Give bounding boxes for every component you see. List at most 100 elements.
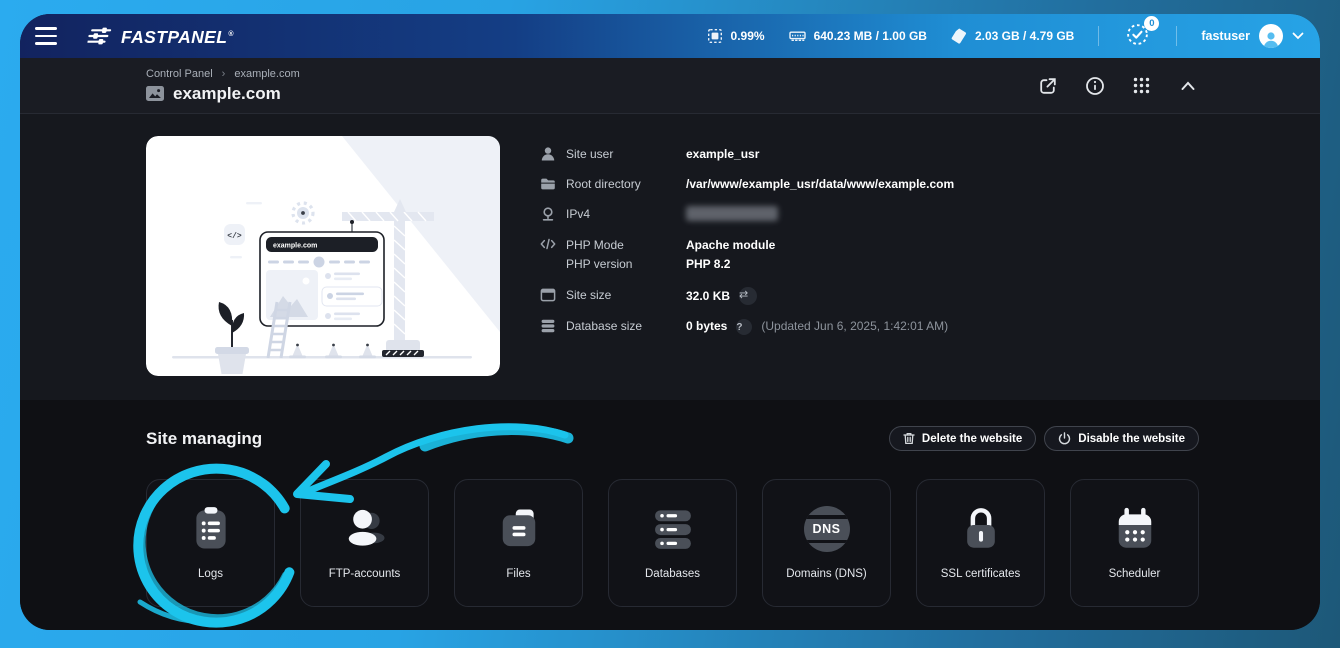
database-size-label: Database size — [566, 318, 686, 335]
card-scheduler[interactable]: Scheduler — [1070, 479, 1199, 607]
database-icon — [540, 318, 556, 334]
ftp-accounts-icon — [339, 502, 391, 556]
card-ssl-certificates-label: SSL certificates — [941, 568, 1020, 580]
database-size-value: 0 bytes — [686, 318, 727, 335]
divider — [1176, 26, 1177, 46]
card-domains-dns-label: Domains (DNS) — [786, 568, 867, 580]
card-logs[interactable]: Logs — [146, 479, 275, 607]
ram-stat[interactable]: 640.23 MB / 1.00 GB — [789, 28, 927, 44]
disk-value: 2.03 GB / 4.79 GB — [975, 29, 1074, 43]
logs-icon — [185, 502, 237, 556]
fastpanel-logo[interactable]: FASTPANEL ® — [88, 25, 234, 48]
root-directory-label: Root directory — [566, 176, 686, 193]
database-size-note: (Updated Jun 6, 2025, 1:42:01 AM) — [761, 318, 948, 335]
breadcrumb-separator: › — [222, 68, 226, 80]
svg-text:</>: </> — [227, 232, 242, 241]
site-size-value: 32.0 KB — [686, 288, 730, 305]
trash-icon — [903, 432, 915, 445]
window-icon — [540, 287, 556, 303]
breadcrumb-control-panel[interactable]: Control Panel — [146, 68, 213, 80]
card-ssl-certificates[interactable]: SSL certificates — [916, 479, 1045, 607]
managing-cards: Logs FTP-accounts Files Databases — [146, 479, 1199, 607]
app-panel: FASTPANEL ® 0.99% 640.23 MB / 1.00 GB 2.… — [20, 14, 1320, 630]
menu-icon[interactable] — [28, 18, 64, 54]
open-site-icon[interactable] — [1038, 76, 1058, 96]
root-directory-row: Root directory /var/www/example_usr/data… — [540, 176, 1240, 193]
card-ftp-accounts[interactable]: FTP-accounts — [300, 479, 429, 607]
ipv4-redacted-value — [686, 206, 778, 221]
header-actions — [1038, 76, 1198, 96]
site-preview-illustration: example.com — [146, 136, 500, 376]
top-navbar: FASTPANEL ® 0.99% 640.23 MB / 1.00 GB 2.… — [20, 14, 1320, 58]
php-version-label: PHP version — [566, 255, 686, 274]
site-managing-title: Site managing — [146, 429, 262, 449]
databases-icon — [647, 502, 699, 556]
card-domains-dns[interactable]: DNS Domains (DNS) — [762, 479, 891, 607]
desktop-background: { "topbar": { "logo": "FASTPANEL", "logo… — [0, 0, 1340, 648]
ipv4-row: IPv4 — [540, 206, 1240, 223]
power-icon — [1058, 432, 1071, 445]
card-ftp-accounts-label: FTP-accounts — [329, 568, 401, 580]
user-icon — [540, 146, 556, 162]
cpu-stat[interactable]: 0.99% — [707, 28, 765, 44]
cpu-value: 0.99% — [731, 29, 765, 43]
site-user-row: Site user example_usr — [540, 146, 1240, 163]
header-left: Control Panel › example.com example.com — [146, 68, 300, 104]
page-header: Control Panel › example.com example.com — [20, 58, 1320, 114]
site-info-section: example.com — [20, 114, 1320, 400]
root-directory-value: /var/www/example_usr/data/www/example.co… — [686, 176, 954, 193]
location-icon — [540, 206, 556, 222]
refresh-icon[interactable]: ⇄ — [739, 287, 757, 305]
notifications-button[interactable]: 0 — [1125, 22, 1150, 50]
dns-globe-text: DNS — [813, 522, 841, 536]
page-title: example.com — [173, 84, 281, 104]
ssl-lock-icon — [955, 502, 1007, 556]
php-mode-value: Apache module — [686, 236, 775, 255]
delete-website-button[interactable]: Delete the website — [889, 426, 1036, 451]
disable-website-button[interactable]: Disable the website — [1044, 426, 1199, 451]
disk-stat[interactable]: 2.03 GB / 4.79 GB — [951, 28, 1074, 44]
chevron-down-icon — [1292, 32, 1304, 40]
dns-globe-icon: DNS — [804, 502, 850, 556]
folder-icon — [540, 176, 556, 192]
site-user-value: example_usr — [686, 146, 759, 163]
breadcrumb: Control Panel › example.com — [146, 68, 300, 80]
breadcrumb-current[interactable]: example.com — [234, 68, 299, 80]
ram-icon — [789, 28, 806, 44]
card-logs-label: Logs — [198, 568, 223, 580]
php-row: PHP Mode PHP version Apache module PHP 8… — [540, 236, 1240, 274]
ipv4-label: IPv4 — [566, 206, 686, 223]
system-stats: 0.99% 640.23 MB / 1.00 GB 2.03 GB / 4.79… — [707, 22, 1304, 50]
site-size-label: Site size — [566, 287, 686, 304]
logo-registered-mark: ® — [228, 31, 233, 38]
card-scheduler-label: Scheduler — [1109, 568, 1161, 580]
cpu-icon — [707, 28, 723, 44]
site-managing-section: Site managing Delete the website Disable… — [20, 400, 1320, 630]
avatar — [1259, 24, 1283, 48]
username: fastuser — [1201, 29, 1250, 43]
collapse-icon[interactable] — [1178, 76, 1198, 96]
site-image-icon — [146, 86, 164, 101]
card-files-label: Files — [506, 568, 530, 580]
site-details: Site user example_usr Root directory /va… — [540, 146, 1240, 348]
site-user-label: Site user — [566, 146, 686, 163]
php-mode-label: PHP Mode — [566, 236, 686, 255]
files-icon — [493, 502, 545, 556]
delete-website-label: Delete the website — [922, 433, 1022, 445]
info-icon[interactable] — [1085, 76, 1105, 96]
help-icon[interactable]: ? — [736, 319, 752, 335]
database-size-row: Database size 0 bytes ? (Updated Jun 6, … — [540, 318, 1240, 335]
disable-website-label: Disable the website — [1078, 433, 1185, 445]
user-menu[interactable]: fastuser — [1201, 24, 1304, 48]
ram-value: 640.23 MB / 1.00 GB — [814, 29, 927, 43]
disk-icon — [951, 28, 967, 44]
logo-text: FASTPANEL — [121, 27, 227, 48]
card-files[interactable]: Files — [454, 479, 583, 607]
code-icon — [540, 236, 556, 252]
notification-badge: 0 — [1144, 16, 1159, 31]
php-version-value: PHP 8.2 — [686, 255, 775, 274]
apps-grid-icon[interactable] — [1132, 76, 1151, 95]
site-size-row: Site size 32.0 KB ⇄ — [540, 287, 1240, 305]
scheduler-calendar-icon — [1109, 502, 1161, 556]
card-databases[interactable]: Databases — [608, 479, 737, 607]
